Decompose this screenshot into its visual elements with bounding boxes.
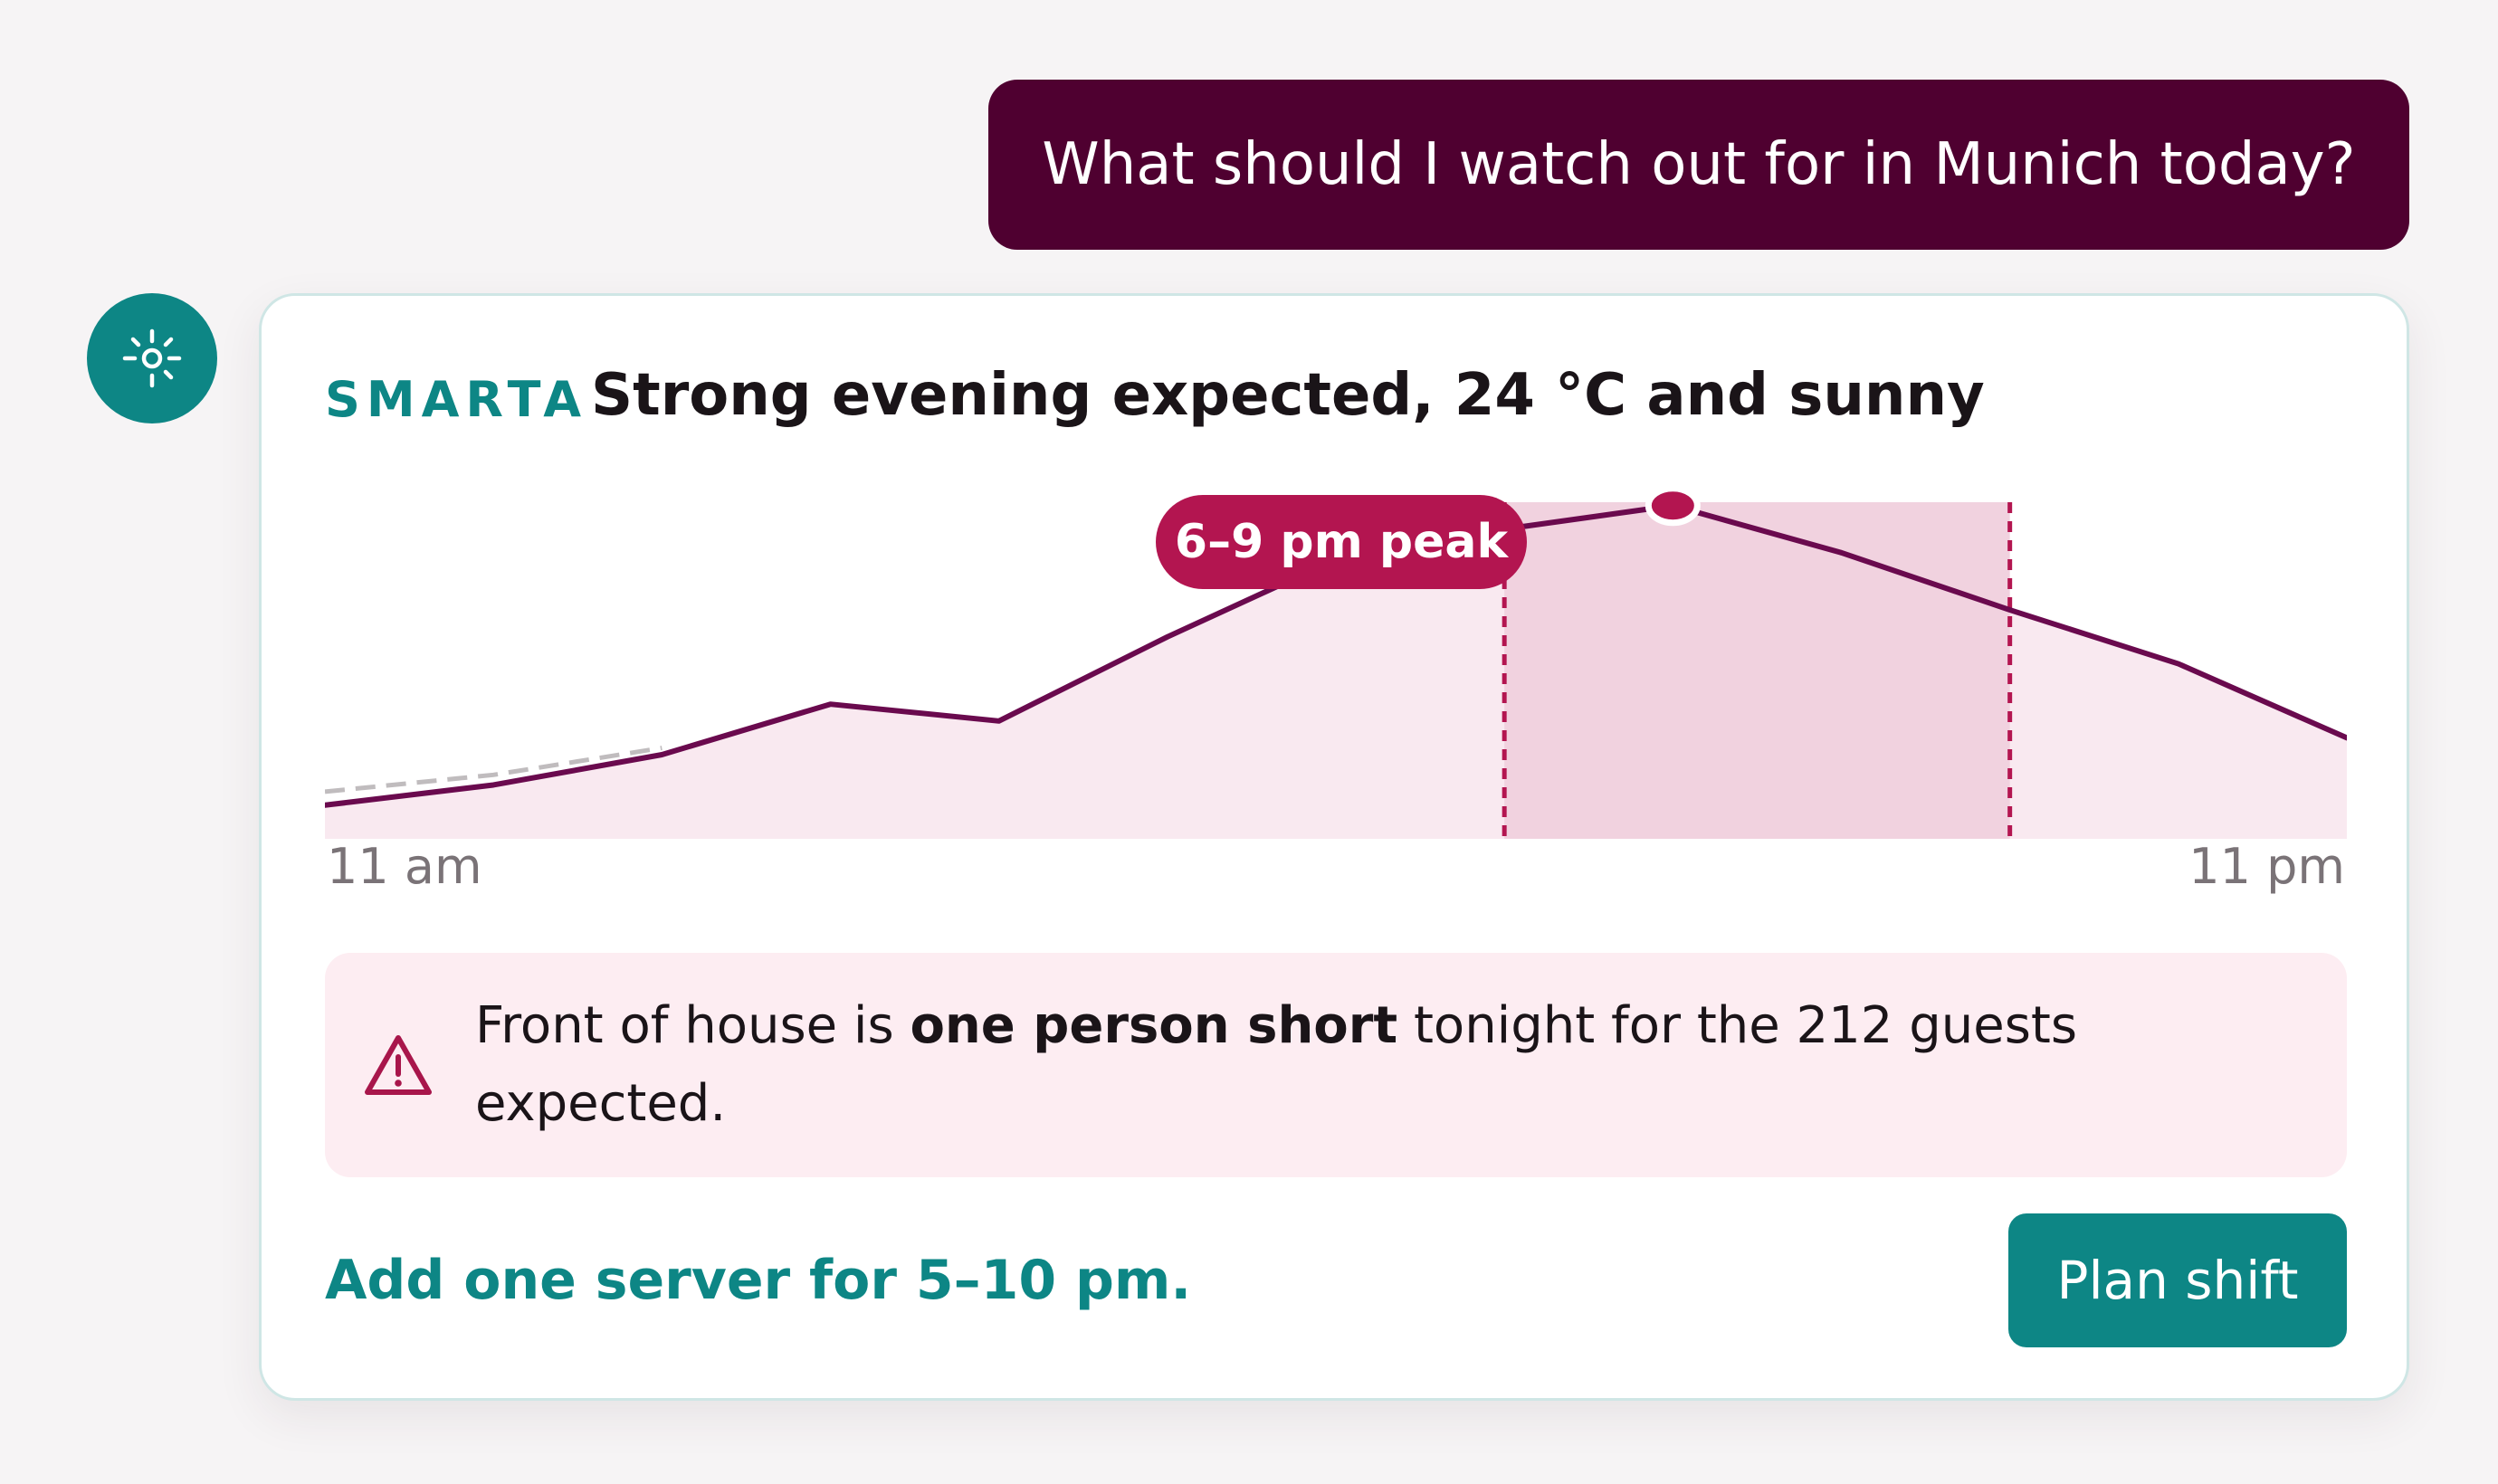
- peak-point-marker: [1645, 486, 1701, 527]
- alert-text-emphasis: one person short: [910, 996, 1398, 1055]
- chat-screen: What should I watch out for in Munich to…: [0, 0, 2498, 1484]
- alert-text-start: Front of house is: [475, 996, 911, 1055]
- forecast-card: SMARTA Strong evening expected, 24 °C an…: [259, 293, 2409, 1401]
- brand-label: SMARTA: [325, 371, 588, 428]
- forecast-headline: Strong evening expected, 24 °C and sunny: [591, 362, 1985, 429]
- staffing-alert: Front of house is one person short tonig…: [325, 953, 2347, 1177]
- plan-shift-button[interactable]: Plan shift: [2008, 1213, 2347, 1347]
- recommendation-text: Add one server for 5–10 pm.: [325, 1249, 1192, 1312]
- assistant-avatar: [87, 293, 217, 423]
- peak-window-label: 6–9 pm peak: [1174, 515, 1509, 569]
- peak-window-badge: 6–9 pm peak: [1156, 495, 1527, 589]
- user-message-text: What should I watch out for in Munich to…: [1042, 131, 2356, 198]
- x-axis-start-label: 11 am: [327, 838, 482, 895]
- peak-window-band: [1504, 502, 2010, 839]
- x-axis-end-label: 11 pm: [2188, 838, 2345, 895]
- alert-message: Front of house is one person short tonig…: [475, 987, 2231, 1143]
- sun-icon: [122, 328, 182, 388]
- user-message-bubble: What should I watch out for in Munich to…: [988, 80, 2409, 250]
- warning-triangle-icon: [365, 1035, 432, 1095]
